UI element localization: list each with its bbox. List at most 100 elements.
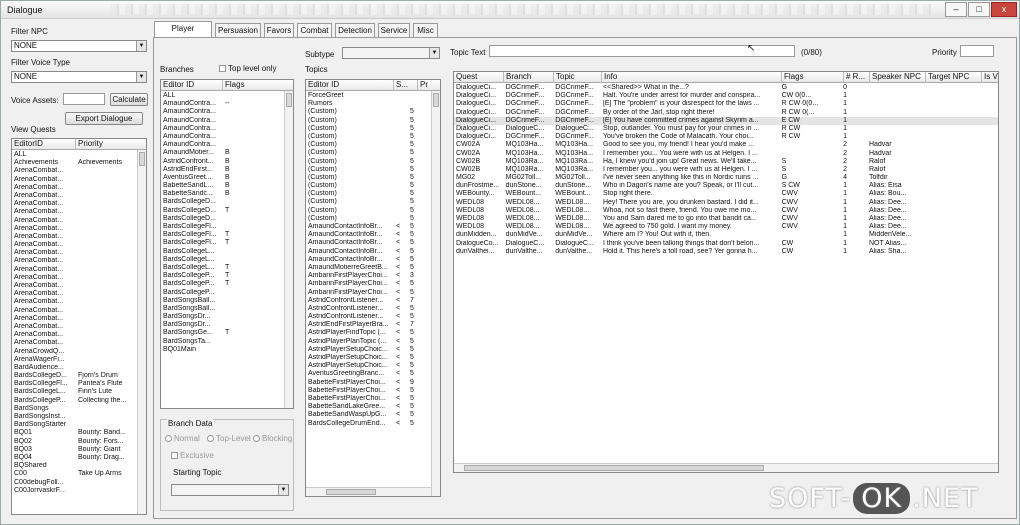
info-row[interactable]: CW02B MQ103Ra... MQ103Ra... Ha, I knew you'… xyxy=(454,158,998,166)
info-list[interactable]: Quest Branch Topic Info Flags # R... Spe… xyxy=(453,71,999,473)
quest-row[interactable]: Achievements Achievements xyxy=(12,159,146,167)
topic-row[interactable]: (Custom) 5 xyxy=(306,174,440,182)
topic-row[interactable]: AmbarinFirstPlayerChoi... <3 xyxy=(306,272,440,280)
col-info[interactable]: Info xyxy=(602,72,782,83)
topic-row[interactable]: ForceGreet xyxy=(306,92,440,100)
voice-assets-field[interactable] xyxy=(63,93,105,105)
quest-row[interactable]: BardsCollegeP... Collecting the... xyxy=(12,397,146,405)
topic-row[interactable]: (Custom) 5 xyxy=(306,141,440,149)
quest-row[interactable]: ArenaCombat... xyxy=(12,192,146,200)
topic-row[interactable]: (Custom) 5 xyxy=(306,125,440,133)
info-row[interactable]: CW02B MQ103Ra... MQ103Ra... I remember you.… xyxy=(454,166,998,174)
quest-row[interactable]: C00JorrvaskrF... xyxy=(12,487,146,495)
quest-row[interactable]: BardSongsInst... xyxy=(12,413,146,421)
quest-row[interactable]: ArenaCombat... xyxy=(12,167,146,175)
topic-row[interactable]: (Custom) 5 xyxy=(306,158,440,166)
topic-row[interactable]: BabetteFirstPlayerChoi... <5 xyxy=(306,395,440,403)
col-branch-editor-id[interactable]: Editor ID xyxy=(161,80,223,91)
info-row[interactable]: CW02A MQ103Ha... MQ103Ha... Good to see you… xyxy=(454,141,998,149)
info-row[interactable]: dunMidden... dunMidVe... dunMidVe... Where … xyxy=(454,231,998,239)
info-row[interactable]: DialogueCi... DGCrimeF... DGCrimeF... Halt.… xyxy=(454,92,998,100)
quest-row[interactable]: BQ03 Bounty: Giant xyxy=(12,446,146,454)
branch-row[interactable]: AmaundContra... xyxy=(161,141,293,149)
quest-row[interactable]: BardSongs xyxy=(12,405,146,413)
branch-row[interactable]: AmaundContra... xyxy=(161,133,293,141)
quest-row[interactable]: ArenaCombat... xyxy=(12,290,146,298)
branch-row[interactable]: BardSongsDr... xyxy=(161,321,293,329)
quest-row[interactable]: BQShared xyxy=(12,462,146,470)
quest-row[interactable]: ArenaWagerFi... xyxy=(12,356,146,364)
branch-row[interactable]: BardSongsBall... xyxy=(161,297,293,305)
topic-row[interactable]: AmaundContactInfoBr... <5 xyxy=(306,231,440,239)
branch-row[interactable]: AmaundMotier... B xyxy=(161,149,293,157)
branch-row[interactable]: AventusGreet... B xyxy=(161,174,293,182)
topic-row[interactable]: (Custom) 5 xyxy=(306,133,440,141)
quest-row[interactable]: ArenaCombat... xyxy=(12,331,146,339)
quest-row[interactable]: ArenaCombat... xyxy=(12,225,146,233)
quest-row[interactable]: BardsCollegeL... Finn's Lute xyxy=(12,388,146,396)
info-row[interactable]: CW02A MQ103Ha... MQ103Ha... I remember you.… xyxy=(454,150,998,158)
topic-row[interactable]: (Custom) 5 xyxy=(306,190,440,198)
branch-row[interactable]: BardsCollegeL... xyxy=(161,248,293,256)
normal-radio[interactable]: Normal xyxy=(165,434,200,443)
info-row[interactable]: WEDL08 WEDL08... WEDL08... You and Sam dare… xyxy=(454,215,998,223)
tab-combat[interactable]: Combat xyxy=(297,23,332,37)
branch-row[interactable]: BardsCollegeFl... xyxy=(161,223,293,231)
scroll-thumb[interactable] xyxy=(433,93,439,107)
quest-row[interactable]: BQ01 Bounty: Band... xyxy=(12,429,146,437)
quest-row[interactable]: BardSongStarter xyxy=(12,421,146,429)
col-speaker-npc[interactable]: Speaker NPC xyxy=(870,72,926,83)
quest-row[interactable]: BQ04 Bounty: Drag... xyxy=(12,454,146,462)
branch-row[interactable]: AstridEndFirst... B xyxy=(161,166,293,174)
topic-row[interactable]: AmbarinFirstPlayerChoi... <5 xyxy=(306,280,440,288)
minimize-button[interactable]: – xyxy=(945,2,967,17)
quest-row[interactable]: BardsCollegeD... Fjorn's Drum xyxy=(12,372,146,380)
info-hscrollbar[interactable] xyxy=(454,463,998,472)
branches-scrollbar[interactable] xyxy=(284,91,293,408)
col-priority[interactable]: Priority xyxy=(76,139,146,150)
info-row[interactable]: WEDL08 WEDL08... WEDL08... Whoa, not so fas… xyxy=(454,207,998,215)
quest-row[interactable]: ArenaCombat... xyxy=(12,241,146,249)
topic-row[interactable]: BardsCollegeDrumEnd... <5 xyxy=(306,420,440,428)
branch-row[interactable]: BardSongsBall... xyxy=(161,305,293,313)
quest-row[interactable]: ArenaCombat... xyxy=(12,249,146,257)
priority-field[interactable] xyxy=(960,45,994,57)
quest-row[interactable]: C00 Take Up Arms xyxy=(12,470,146,478)
topic-row[interactable]: BabetteFirstPlayerChoi... <9 xyxy=(306,379,440,387)
tab-player-dialogue[interactable]: Player Dialogue xyxy=(154,21,212,46)
topic-row[interactable]: AstridPlayerSetupChoic... <5 xyxy=(306,346,440,354)
topic-row[interactable]: (Custom) 5 xyxy=(306,207,440,215)
topic-row[interactable]: AmaundContactInfoBr... <5 xyxy=(306,256,440,264)
info-row[interactable]: dunFrostme... dunStone... dunStone... Who i… xyxy=(454,182,998,190)
branch-row[interactable]: BQ01Main xyxy=(161,346,293,354)
branch-row[interactable]: BardsCollegeD... T xyxy=(161,207,293,215)
topic-row[interactable]: AstridConfrontListener... <5 xyxy=(306,305,440,313)
topic-row[interactable]: BabetteSandWaspUpG... <5 xyxy=(306,411,440,419)
starting-topic-select[interactable]: ▼ xyxy=(171,484,289,496)
quests-scrollbar[interactable] xyxy=(137,150,146,514)
scroll-thumb[interactable] xyxy=(464,465,764,471)
quest-row[interactable]: ArenaCombat... xyxy=(12,217,146,225)
quests-list[interactable]: EditorID Priority ALL Achievements Achieve… xyxy=(11,138,147,515)
quest-row[interactable]: ALL xyxy=(12,151,146,159)
topic-row[interactable]: AmbarinFirstPlayerChoi... <5 xyxy=(306,289,440,297)
branch-row[interactable]: BardsCollegeFl... T xyxy=(161,231,293,239)
topic-row[interactable]: AmaundContactInfoBr... <5 xyxy=(306,239,440,247)
branch-row[interactable]: BardsCollegeL... T xyxy=(161,264,293,272)
branch-row[interactable]: BardSongsGe... T xyxy=(161,329,293,337)
info-row[interactable]: WEDL08 WEDL08... WEDL08... We agreed to 750… xyxy=(454,223,998,231)
branch-row[interactable]: BardSongsDr... xyxy=(161,313,293,321)
branch-row[interactable]: BabetteSandL... B xyxy=(161,182,293,190)
tab-detection[interactable]: Detection xyxy=(335,23,375,37)
col-responses[interactable]: # R... xyxy=(844,72,870,83)
export-dialogue-button[interactable]: Export Dialogue xyxy=(65,112,143,125)
branch-row[interactable]: BabetteSandc... B xyxy=(161,190,293,198)
branch-row[interactable]: ALL xyxy=(161,92,293,100)
topic-row[interactable]: AmaundContactInfoBr... <5 xyxy=(306,248,440,256)
maximize-button[interactable]: □ xyxy=(968,2,990,17)
branch-row[interactable]: BardsCollegeP... T xyxy=(161,272,293,280)
topic-row[interactable]: AmaundMotierreGreetB... <5 xyxy=(306,264,440,272)
branch-row[interactable]: AmaundContra... xyxy=(161,108,293,116)
info-row[interactable]: DialogueCi... DGCrimeF... DGCrimeF... [E] Y… xyxy=(454,116,998,125)
topic-row[interactable]: AventusGreetingBranc... <5 xyxy=(306,370,440,378)
